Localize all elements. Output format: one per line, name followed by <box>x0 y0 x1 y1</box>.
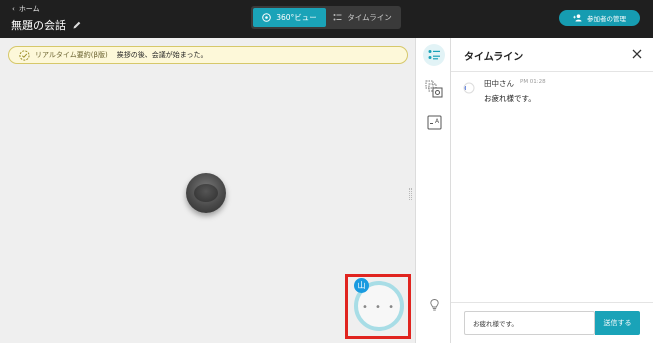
timeline-icon <box>333 14 342 21</box>
summary-check-icon <box>19 49 30 61</box>
translate-icon: A <box>427 115 441 129</box>
message-author: 田中さん <box>484 79 514 88</box>
document-stack-icon <box>425 80 443 98</box>
tips-button[interactable] <box>423 294 445 316</box>
manage-participants-label: 参加者の管理 <box>587 15 626 23</box>
realtime-summary-banner: リアルタイム要約(β版) 挨拶の後、会議が始まった。 <box>8 46 408 64</box>
tab-timeline-label: タイムライン <box>347 13 392 22</box>
list-icon <box>428 50 440 60</box>
panel-resize-handle[interactable] <box>409 188 412 200</box>
side-rail: A <box>415 38 451 343</box>
chevron-left-icon: ‹ <box>12 5 15 13</box>
title-row: 無題の会話 <box>11 17 82 33</box>
summary-text: 挨拶の後、会議が始まった。 <box>116 51 208 59</box>
back-label: ホーム <box>18 5 40 13</box>
360-view-area: リアルタイム要約(β版) 挨拶の後、会議が始まった。 • • • 山 <box>0 38 415 343</box>
message-time: PM 01:28 <box>520 79 546 85</box>
speakerphone-device <box>186 173 226 213</box>
panel-title: タイムライン <box>464 52 524 63</box>
translate-panel-button[interactable]: A <box>423 111 445 133</box>
panel-header: タイムライン <box>451 38 653 72</box>
svg-text:A: A <box>435 118 440 125</box>
speaker-avatar-icon <box>463 82 475 94</box>
tab-360-view[interactable]: 360°ビュー <box>253 8 326 27</box>
360-view-icon <box>262 13 272 22</box>
highlight-box <box>345 274 411 339</box>
message-composer: 送信する <box>451 302 653 343</box>
message-text: お疲れ様です。 <box>484 94 536 103</box>
manage-participants-button[interactable]: 参加者の管理 <box>559 10 640 26</box>
timeline-panel-button[interactable] <box>423 44 445 66</box>
send-button[interactable]: 送信する <box>595 311 640 335</box>
tab-360-view-label: 360°ビュー <box>276 13 317 22</box>
lightbulb-icon <box>429 299 439 311</box>
pencil-icon[interactable] <box>72 20 82 30</box>
view-switcher: 360°ビュー タイムライン <box>251 6 401 29</box>
conversation-title: 無題の会話 <box>11 19 66 32</box>
back-link[interactable]: ‹ ホーム <box>12 4 40 14</box>
summary-panel-button[interactable] <box>423 78 445 100</box>
top-bar: ‹ ホーム 無題の会話 360°ビュー タイムライン 参加者の管理 <box>0 0 653 38</box>
add-user-icon <box>573 14 582 22</box>
summary-label: リアルタイム要約(β版) <box>35 51 108 59</box>
timeline-panel: タイムライン 田中さん PM 01:28 お疲れ様です。 送信する <box>451 38 653 343</box>
message-input[interactable] <box>464 311 595 335</box>
tab-timeline[interactable]: タイムライン <box>326 8 399 27</box>
close-icon[interactable] <box>631 48 643 60</box>
